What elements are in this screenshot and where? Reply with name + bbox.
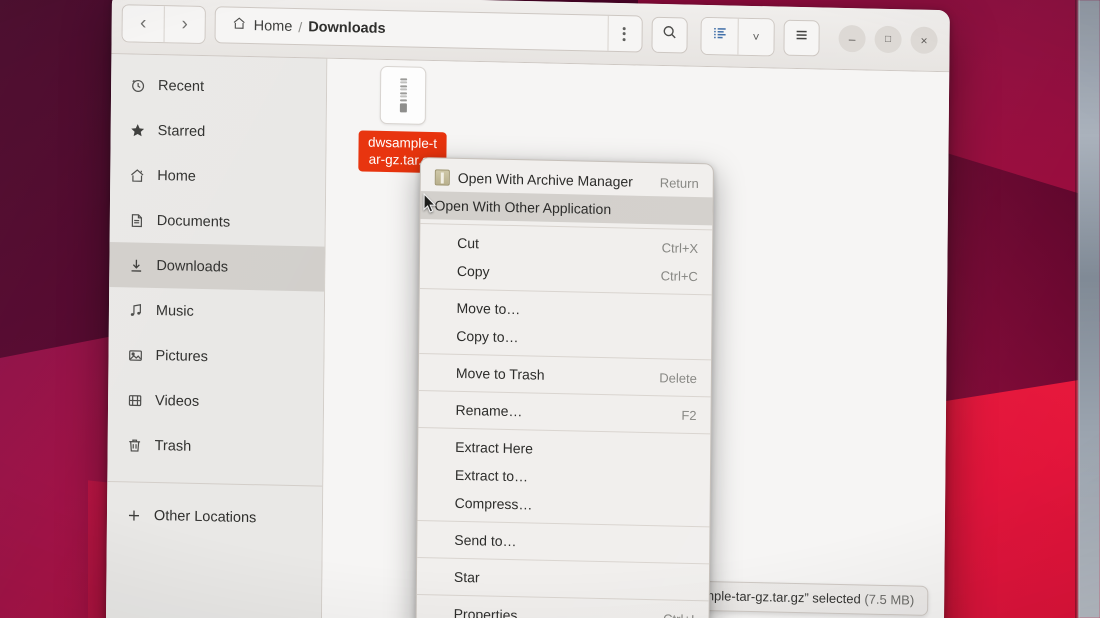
navigation-buttons: ‹ › <box>121 3 206 44</box>
home-icon <box>232 16 247 35</box>
window-controls: – □ × <box>838 24 938 55</box>
menu-item-label: Properties <box>453 605 518 618</box>
menu-item-send-to[interactable]: Send to… <box>417 525 709 559</box>
breadcrumb-spacer <box>391 29 608 34</box>
status-size: (7.5 MB) <box>864 591 915 608</box>
sidebar: Recent Starred Home Documents Downloads … <box>105 53 328 618</box>
menu-item-label: Star <box>453 568 480 586</box>
menu-item-rename[interactable]: Rename… F2 <box>418 395 710 429</box>
plus-icon <box>125 506 142 523</box>
chevron-left-icon: ‹ <box>139 12 147 34</box>
maximize-icon: □ <box>884 33 892 46</box>
menu-item-compress[interactable]: Compress… <box>418 488 710 522</box>
menu-item-shortcut: F2 <box>681 407 697 423</box>
menu-item-label: Cut <box>457 234 480 252</box>
menu-item-label: Extract to… <box>454 466 529 485</box>
menu-item-label: Send to… <box>454 531 517 550</box>
sidebar-item-label: Pictures <box>155 347 208 365</box>
back-button[interactable]: ‹ <box>122 4 164 42</box>
minimize-button[interactable]: – <box>838 24 866 53</box>
close-button[interactable]: × <box>910 26 938 55</box>
menu-item-copy[interactable]: Copy Ctrl+C <box>420 256 712 290</box>
sidebar-item-other-locations[interactable]: Other Locations <box>107 492 322 542</box>
document-icon <box>128 211 145 228</box>
menu-item-star[interactable]: Star <box>417 562 709 596</box>
menu-item-open-with-other-application[interactable]: Open With Other Application <box>420 191 713 226</box>
sidebar-item-label: Other Locations <box>153 507 257 526</box>
forward-button[interactable]: › <box>163 5 205 43</box>
list-view-button[interactable] <box>701 17 738 55</box>
minimize-icon: – <box>848 31 856 46</box>
menu-item-move-to-trash[interactable]: Move to Trash Delete <box>419 358 711 392</box>
sidebar-item-trash[interactable]: Trash <box>107 422 322 472</box>
trash-icon <box>126 436 143 453</box>
search-icon <box>662 24 678 45</box>
star-icon <box>129 121 146 138</box>
chevron-down-icon: ˅ <box>752 29 760 44</box>
menu-item-label: Compress… <box>454 494 533 513</box>
hamburger-icon <box>793 27 809 48</box>
sidebar-item-pictures[interactable]: Pictures <box>108 332 323 382</box>
menu-item-shortcut: Ctrl+I <box>663 611 695 618</box>
close-icon: × <box>920 33 928 48</box>
menu-item-label: Extract Here <box>455 438 534 457</box>
breadcrumb-item-current[interactable]: Downloads <box>303 19 390 37</box>
sidebar-item-home[interactable]: Home <box>110 152 325 202</box>
sidebar-item-documents[interactable]: Documents <box>110 197 325 247</box>
sidebar-divider <box>107 480 323 487</box>
sidebar-item-label: Starred <box>157 122 206 140</box>
menu-item-label: Copy to… <box>456 327 519 346</box>
sidebar-item-label: Home <box>157 167 196 185</box>
view-options-button[interactable]: ˅ <box>737 18 774 55</box>
sidebar-item-label: Recent <box>158 77 205 95</box>
view-mode-group: ˅ <box>700 16 775 56</box>
breadcrumb-item-home[interactable]: Home <box>227 16 298 37</box>
off-screen-area <box>1078 0 1100 618</box>
zipper-glyph <box>399 78 407 113</box>
sidebar-item-label: Music <box>155 302 194 320</box>
sidebar-item-music[interactable]: Music <box>109 287 324 337</box>
menu-item-properties[interactable]: Properties Ctrl+I <box>416 599 708 618</box>
path-options-button[interactable] <box>607 15 640 52</box>
sidebar-item-recent[interactable]: Recent <box>111 62 326 112</box>
menu-item-copy-to[interactable]: Copy to… <box>419 321 711 355</box>
menu-item-shortcut: Ctrl+C <box>660 267 698 284</box>
home-icon <box>128 166 145 183</box>
archive-zip-icon <box>379 65 427 125</box>
sidebar-item-label: Downloads <box>156 257 229 276</box>
app-menu-button[interactable] <box>783 19 820 56</box>
archive-icon <box>434 169 450 186</box>
breadcrumb-home-label: Home <box>253 17 293 35</box>
menu-item-label: Move to… <box>456 299 521 318</box>
sidebar-item-label: Documents <box>156 212 231 231</box>
video-icon <box>126 391 143 408</box>
menu-item-label: Copy <box>456 262 490 280</box>
breadcrumb-current-label: Downloads <box>308 18 386 37</box>
sidebar-item-label: Trash <box>154 437 192 455</box>
menu-item-shortcut: Delete <box>659 369 697 386</box>
menu-item-label: Open With Archive Manager <box>457 169 633 190</box>
menu-item-label: Move to Trash <box>455 364 545 383</box>
sidebar-item-downloads[interactable]: Downloads <box>109 241 325 292</box>
picture-icon <box>126 346 143 363</box>
sidebar-item-label: Videos <box>155 392 200 410</box>
chevron-right-icon: › <box>181 13 188 35</box>
context-menu: Open With Archive Manager Return Open With… <box>415 157 714 618</box>
download-icon <box>127 256 144 273</box>
monitor-bezel <box>1075 0 1080 618</box>
menu-item-shortcut: Ctrl+X <box>661 239 699 256</box>
menu-item-label: Open With Other Application <box>434 197 612 218</box>
sidebar-item-starred[interactable]: Starred <box>110 107 325 157</box>
music-note-icon <box>127 301 144 318</box>
breadcrumb: Home / Downloads <box>214 6 643 53</box>
menu-item-shortcut: Return <box>659 174 699 191</box>
search-button[interactable] <box>651 16 688 54</box>
maximize-button[interactable]: □ <box>874 25 902 54</box>
list-view-icon <box>712 25 728 46</box>
clock-icon <box>129 76 146 93</box>
menu-item-label: Rename… <box>455 401 523 420</box>
sidebar-item-videos[interactable]: Videos <box>108 377 323 427</box>
vertical-dots-icon <box>622 26 626 41</box>
